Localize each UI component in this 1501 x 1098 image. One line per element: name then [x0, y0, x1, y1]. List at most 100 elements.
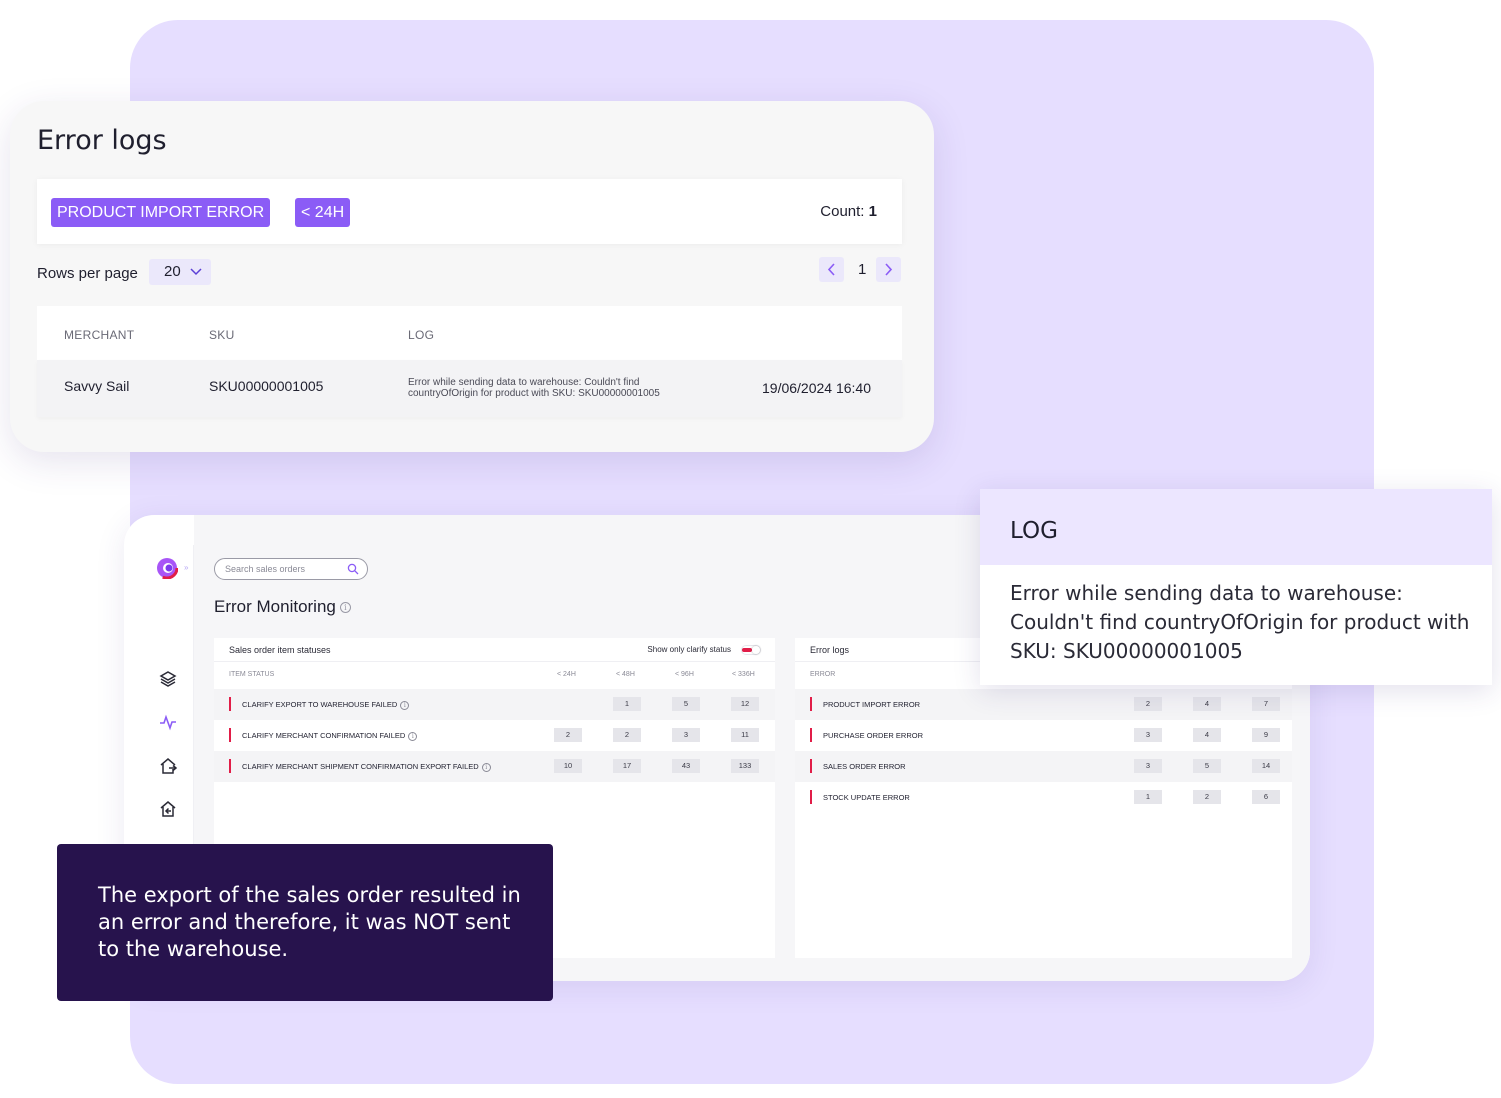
- table-row[interactable]: PURCHASE ORDER ERROR 3 4 9: [795, 720, 1292, 751]
- table-row[interactable]: CLARIFY MERCHANT CONFIRMATION FAILED i 2 …: [214, 720, 775, 751]
- expand-sidebar-icon[interactable]: »: [184, 563, 188, 572]
- export-icon[interactable]: [158, 756, 178, 776]
- next-page-button[interactable]: [876, 257, 901, 282]
- log-popover: LOG Error while sending data to warehous…: [980, 489, 1492, 685]
- filter-chip-timeframe[interactable]: < 24H: [295, 198, 351, 227]
- chevron-left-icon: [827, 263, 835, 276]
- info-icon[interactable]: i: [481, 762, 491, 772]
- error-logs-title: Error logs: [37, 125, 167, 156]
- count-cell[interactable]: 10: [554, 759, 582, 773]
- row-label: CLARIFY MERCHANT CONFIRMATION FAILED i: [242, 731, 418, 741]
- table-row[interactable]: CLARIFY MERCHANT SHIPMENT CONFIRMATION E…: [214, 751, 775, 782]
- sku-cell: SKU00000001005: [209, 378, 324, 394]
- toggle-label: Show only clarify status: [647, 645, 731, 654]
- filter-chip-error-type[interactable]: PRODUCT IMPORT ERROR: [51, 198, 271, 227]
- error-marker: [229, 728, 231, 742]
- card-title: Error logs: [810, 645, 850, 655]
- callout-text: The export of the sales order resulted i…: [98, 883, 521, 961]
- logo-icon[interactable]: [156, 557, 178, 579]
- row-label: STOCK UPDATE ERROR: [823, 793, 910, 802]
- explanation-callout: The export of the sales order resulted i…: [57, 844, 553, 1001]
- filter-bar: PRODUCT IMPORT ERROR < 24H Count: 1: [37, 179, 902, 244]
- table-row[interactable]: PRODUCT IMPORT ERROR 2 4 7: [795, 689, 1292, 720]
- count-value: 1: [868, 203, 877, 220]
- layers-icon[interactable]: [158, 669, 178, 689]
- count-cell[interactable]: 1: [613, 697, 641, 711]
- error-logs-card: Error logs PRODUCT IMPORT ERROR < 24H Co…: [10, 101, 934, 452]
- count-cell[interactable]: 4: [1193, 728, 1221, 742]
- error-marker: [810, 728, 812, 742]
- row-label: SALES ORDER ERROR: [823, 762, 906, 771]
- card-header: Sales order item statuses Show only clar…: [214, 638, 775, 662]
- merchant-cell: Savvy Sail: [64, 378, 130, 394]
- search-placeholder: Search sales orders: [225, 564, 306, 574]
- search-icon[interactable]: [347, 563, 359, 575]
- log-cell[interactable]: Error while sending data to warehouse: C…: [408, 377, 708, 399]
- count-cell[interactable]: 9: [1252, 728, 1280, 742]
- table-header: MERCHANT SKU LOG: [37, 306, 902, 360]
- count-cell[interactable]: 3: [1134, 728, 1162, 742]
- info-icon[interactable]: i: [339, 602, 351, 614]
- count-cell[interactable]: 3: [1134, 759, 1162, 773]
- count-cell[interactable]: 2: [554, 728, 582, 742]
- count-cell[interactable]: 133: [731, 759, 759, 773]
- page-title-text: Error Monitoring: [214, 597, 336, 616]
- column-header-log: LOG: [408, 328, 435, 342]
- count-label-text: Count:: [820, 203, 865, 220]
- row-label: PURCHASE ORDER ERROR: [823, 731, 924, 740]
- column-header-sku: SKU: [209, 328, 235, 342]
- count-cell[interactable]: 2: [1134, 697, 1162, 711]
- count-cell[interactable]: 17: [613, 759, 641, 773]
- chevron-down-icon: [190, 268, 202, 276]
- count-cell[interactable]: 3: [672, 728, 700, 742]
- error-marker: [229, 697, 231, 711]
- column-header-merchant: MERCHANT: [64, 328, 135, 342]
- row-label: CLARIFY MERCHANT SHIPMENT CONFIRMATION E…: [242, 762, 491, 772]
- rows-per-page-label: Rows per page: [37, 265, 138, 282]
- row-label: PRODUCT IMPORT ERROR: [823, 700, 921, 709]
- clarify-status-toggle[interactable]: [741, 645, 761, 655]
- log-popover-header: LOG: [980, 489, 1492, 565]
- column-header: ERROR: [810, 671, 836, 678]
- column-header: ITEM STATUS: [229, 671, 275, 678]
- rows-per-page-value: 20: [164, 263, 181, 280]
- row-label-text: CLARIFY MERCHANT SHIPMENT CONFIRMATION E…: [242, 762, 479, 771]
- column-header: < 336H: [732, 671, 755, 678]
- date-cell: 19/06/2024 16:40: [762, 380, 871, 396]
- info-icon[interactable]: i: [408, 731, 418, 741]
- import-icon[interactable]: [158, 799, 178, 819]
- error-marker: [810, 697, 812, 711]
- prev-page-button[interactable]: [819, 257, 844, 282]
- table-row[interactable]: SALES ORDER ERROR 3 5 14: [795, 751, 1292, 782]
- count-cell[interactable]: 1: [1134, 790, 1162, 804]
- count-cell[interactable]: 43: [672, 759, 700, 773]
- count-cell[interactable]: 5: [1193, 759, 1221, 773]
- count-cell[interactable]: 11: [731, 728, 759, 742]
- chevron-right-icon: [885, 263, 893, 276]
- row-label: CLARIFY EXPORT TO WAREHOUSE FAILED i: [242, 700, 410, 710]
- activity-icon[interactable]: [158, 712, 178, 732]
- count-cell[interactable]: 2: [1193, 790, 1221, 804]
- count-cell[interactable]: 12: [731, 697, 759, 711]
- log-popover-body: Error while sending data to warehouse: C…: [1010, 581, 1470, 663]
- table-row[interactable]: CLARIFY EXPORT TO WAREHOUSE FAILED i 1 5 …: [214, 689, 775, 720]
- count-cell[interactable]: 2: [613, 728, 641, 742]
- column-header: < 96H: [675, 671, 694, 678]
- table-row[interactable]: STOCK UPDATE ERROR 1 2 6: [795, 782, 1292, 813]
- count-label: Count: 1: [820, 203, 877, 220]
- error-marker: [229, 759, 231, 773]
- count-cell[interactable]: 7: [1252, 697, 1280, 711]
- page-title: Error Monitoring i: [214, 597, 351, 617]
- count-cell[interactable]: 4: [1193, 697, 1221, 711]
- error-marker: [810, 790, 812, 804]
- row-label-text: CLARIFY MERCHANT CONFIRMATION FAILED: [242, 731, 406, 740]
- count-cell[interactable]: 5: [672, 697, 700, 711]
- count-cell[interactable]: 14: [1252, 759, 1280, 773]
- card-title: Sales order item statuses: [229, 645, 331, 655]
- count-cell[interactable]: 6: [1252, 790, 1280, 804]
- error-logs-summary-card: Error logs ERROR PRODUCT IMPORT ERROR 2 …: [795, 638, 1292, 958]
- search-input[interactable]: Search sales orders: [214, 558, 368, 580]
- rows-per-page-select[interactable]: 20: [149, 259, 211, 285]
- info-icon[interactable]: i: [400, 700, 410, 710]
- table-row[interactable]: Savvy Sail SKU00000001005 Error while se…: [37, 360, 902, 417]
